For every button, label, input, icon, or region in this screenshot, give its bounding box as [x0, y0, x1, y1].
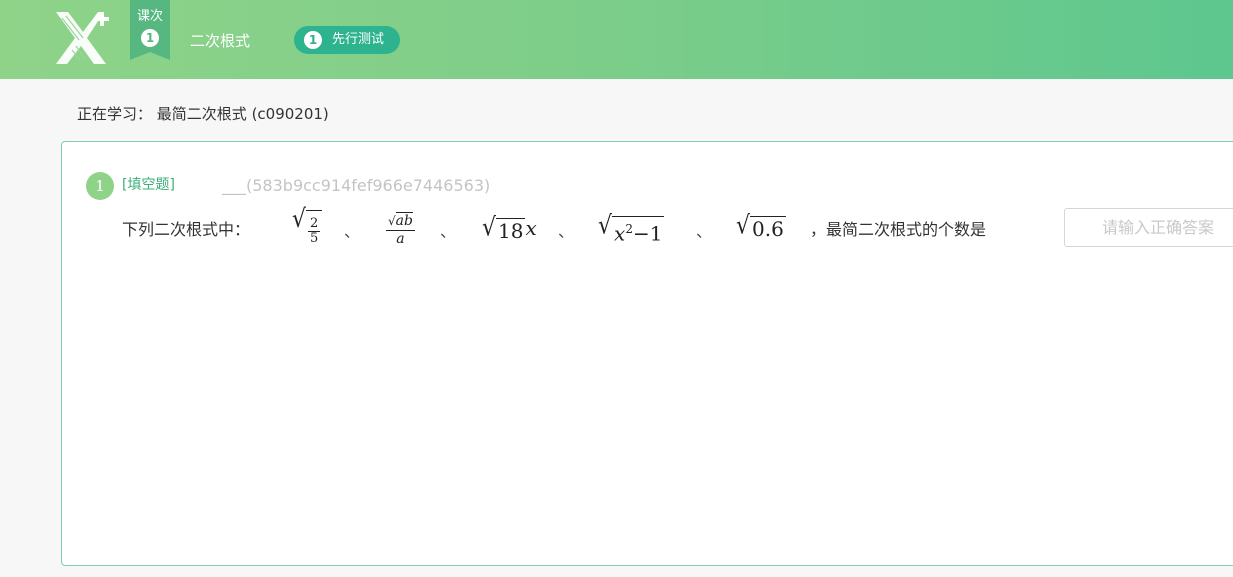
app-logo-icon[interactable] [52, 6, 114, 68]
separator: 、 [696, 222, 713, 241]
question-id: ___(583b9cc914fef966e7446563) [222, 176, 491, 195]
step-tab-pretest[interactable]: 1 先行测试 [294, 26, 400, 54]
math-sqrt-ab-over-a: √ab a [386, 212, 415, 247]
separator: 、 [440, 222, 457, 241]
radical-icon: √ [598, 211, 613, 241]
radical-icon: √ [292, 205, 307, 234]
math-sqrt-x-squared-minus-1: √ x2−1 [598, 211, 665, 246]
math-sqrt-2-over-5: √ 2 5 [292, 205, 323, 246]
question-stem: 下列二次根式中： √ 2 5 、 √ab a 、 √ 18 x 、 √ x2−1… [122, 205, 1233, 252]
current-topic-title: 最简二次根式 (c090201) [156, 105, 329, 123]
lesson-number: 1 [141, 29, 159, 47]
current-topic-prefix: 正在学习： [77, 105, 153, 123]
question-card: 1 [填空题] ___(583b9cc914fef966e7446563) 下列… [61, 141, 1233, 566]
question-type: [填空题] [122, 177, 175, 193]
question-number-badge: 1 [86, 172, 114, 200]
separator: 、 [344, 222, 361, 241]
course-title[interactable]: 二次根式 [190, 31, 250, 51]
answer-input[interactable] [1064, 208, 1233, 247]
lesson-flag-label: 课次 [136, 9, 163, 24]
stem-prefix: 下列二次根式中： [122, 220, 251, 239]
step-number: 1 [304, 31, 322, 49]
separator: 、 [558, 222, 575, 241]
lesson-flag: 课次 1 [130, 0, 170, 60]
stem-suffix: ，最简二次根式的个数是 [810, 220, 987, 239]
radical-icon: √ [482, 213, 497, 243]
radical-icon: √ [736, 211, 751, 241]
math-sqrt-0-6: √ 0.6 [736, 211, 786, 241]
current-topic: 正在学习： 最简二次根式 (c090201) [77, 104, 329, 124]
top-bar: 课次 1 二次根式 1 先行测试 [0, 0, 1233, 79]
step-label: 先行测试 [332, 32, 385, 47]
math-sqrt-18-x: √ 18 x [482, 213, 537, 243]
